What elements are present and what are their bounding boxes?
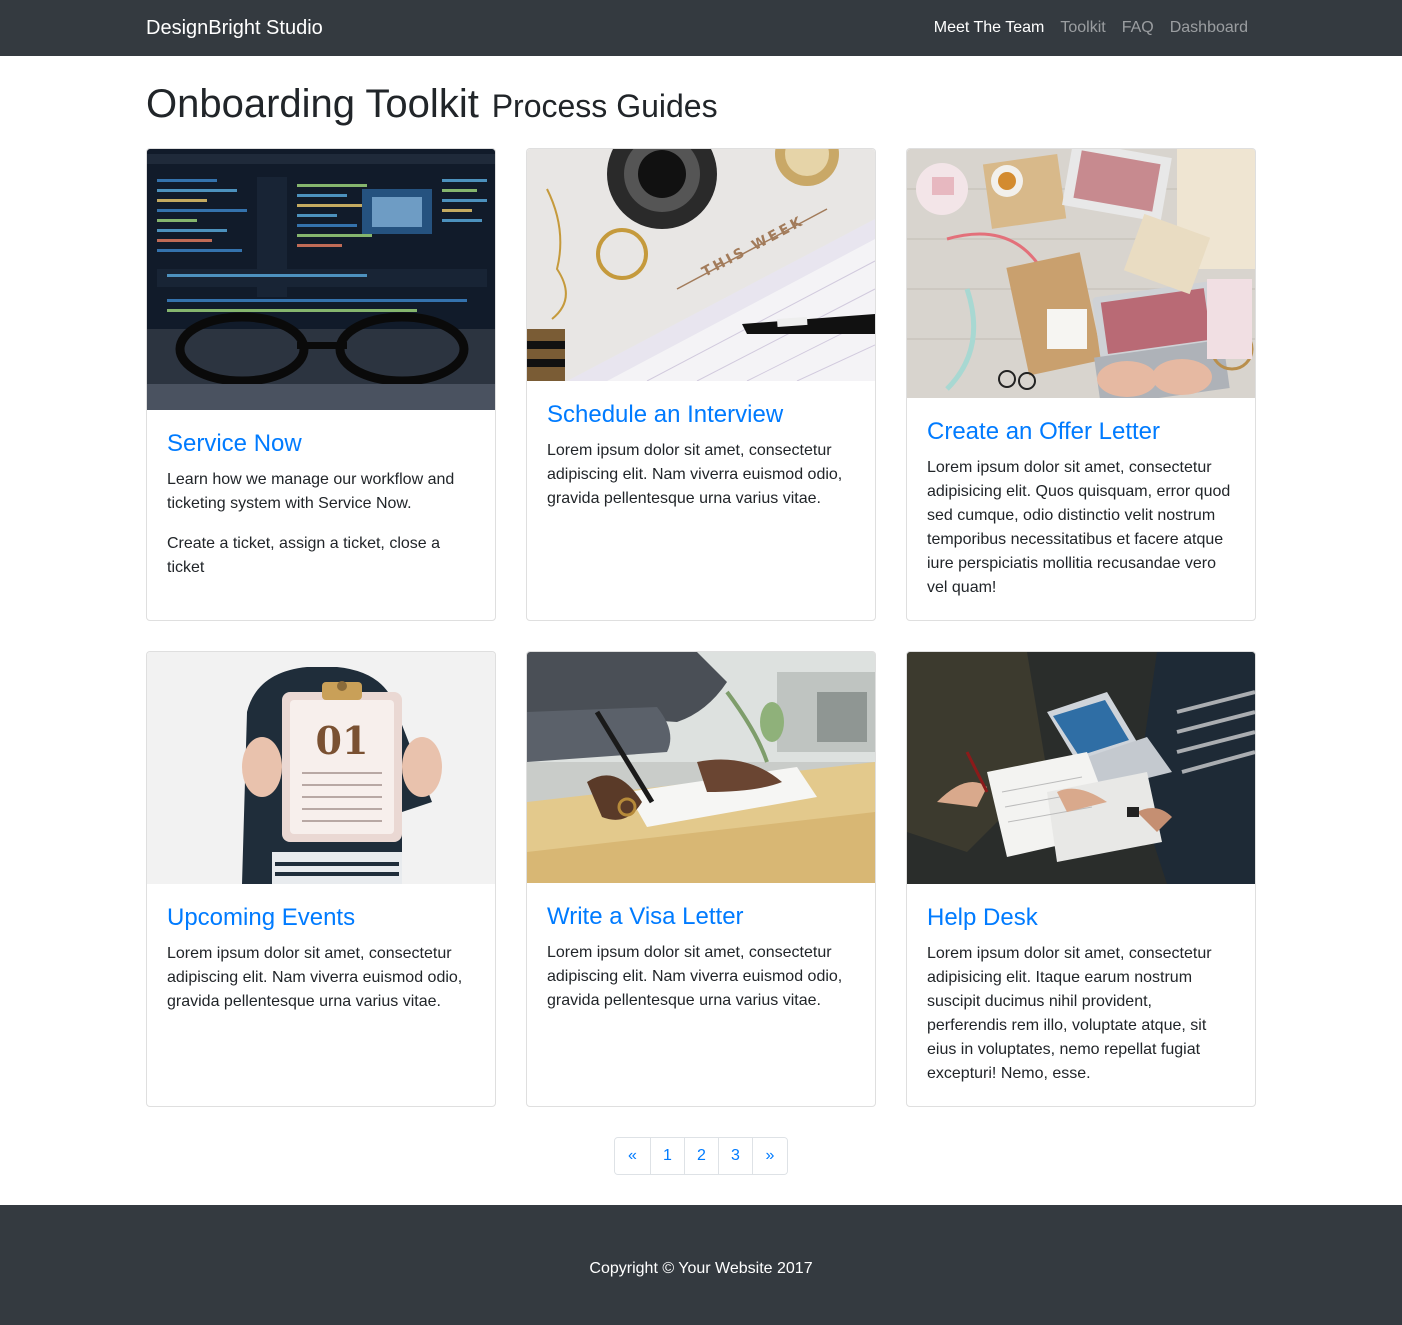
- card-help-desk: Help Desk Lorem ipsum dolor sit amet, co…: [906, 651, 1256, 1107]
- weekly-planner-photo: THIS WEEK: [527, 149, 875, 381]
- nav-link-dashboard[interactable]: Dashboard: [1170, 17, 1248, 39]
- card-image-code-monitor[interactable]: [147, 149, 495, 410]
- card-text: Lorem ipsum dolor sit amet, consectetur …: [547, 944, 843, 1009]
- footer: Copyright © Your Website 2017: [0, 1205, 1402, 1325]
- card-text: Lorem ipsum dolor sit amet, consectetur …: [927, 459, 1231, 596]
- pagination-page-1[interactable]: 1: [650, 1138, 684, 1174]
- pagination-prev-button[interactable]: «: [615, 1138, 650, 1174]
- nav-links: Meet The Team Toolkit FAQ Dashboard: [934, 17, 1248, 39]
- footer-copyright: Copyright © Your Website 2017: [589, 1260, 813, 1277]
- pagination: « 1 2 3 »: [614, 1137, 788, 1175]
- card-text: Create a ticket, assign a ticket, close …: [167, 535, 441, 576]
- card-image-signing[interactable]: [527, 652, 875, 883]
- card-title-link[interactable]: Service Now: [167, 430, 475, 458]
- code-monitor-photo: [147, 149, 495, 410]
- card-title-link[interactable]: Create an Offer Letter: [927, 418, 1235, 446]
- card-text: Lorem ipsum dolor sit amet, consectetur …: [547, 442, 843, 507]
- navbar: DesignBright Studio Meet The Team Toolki…: [0, 0, 1402, 56]
- card-title-link[interactable]: Help Desk: [927, 904, 1235, 932]
- pagination-page-2[interactable]: 2: [684, 1138, 718, 1174]
- card-title-link[interactable]: Schedule an Interview: [547, 401, 855, 429]
- card-write-visa-letter: Write a Visa Letter Lorem ipsum dolor si…: [526, 651, 876, 1107]
- pagination-page-3[interactable]: 3: [718, 1138, 752, 1174]
- card-service-now: Service Now Learn how we manage our work…: [146, 148, 496, 621]
- card-title-link[interactable]: Upcoming Events: [167, 904, 475, 932]
- card-title-link[interactable]: Write a Visa Letter: [547, 903, 855, 931]
- brand-link[interactable]: DesignBright Studio: [146, 15, 323, 41]
- card-body: Service Now Learn how we manage our work…: [147, 410, 495, 600]
- card-body: Upcoming Events Lorem ipsum dolor sit am…: [147, 884, 495, 1034]
- calendar-date-text: 01: [316, 718, 369, 763]
- card-image-desk-flatlay[interactable]: [907, 149, 1255, 398]
- pagination-next-button[interactable]: »: [752, 1138, 787, 1174]
- card-text: Lorem ipsum dolor sit amet, consectetur …: [167, 945, 463, 1010]
- calendar-photo: 01: [147, 652, 495, 884]
- nav-link-faq[interactable]: FAQ: [1122, 17, 1154, 39]
- page-title-subtitle: Process Guides: [491, 88, 718, 124]
- card-body: Write a Visa Letter Lorem ipsum dolor si…: [527, 883, 875, 1033]
- card-text: Learn how we manage our workflow and tic…: [167, 471, 455, 512]
- card-body: Help Desk Lorem ipsum dolor sit amet, co…: [907, 884, 1255, 1106]
- card-schedule-interview: THIS WEEK Schedule an Interview Lorem ip…: [526, 148, 876, 621]
- card-body: Schedule an Interview Lorem ipsum dolor …: [527, 381, 875, 531]
- card-image-team-meeting[interactable]: [907, 652, 1255, 884]
- card-text: Lorem ipsum dolor sit amet, consectetur …: [927, 945, 1212, 1082]
- page-title: Onboarding Toolkit Process Guides: [146, 80, 718, 130]
- page-title-main: Onboarding Toolkit: [146, 82, 479, 126]
- card-image-weekly-planner[interactable]: THIS WEEK: [527, 149, 875, 381]
- nav-link-toolkit[interactable]: Toolkit: [1060, 17, 1105, 39]
- card-upcoming-events: 01 Upcoming Events Lorem ipsum dolor sit…: [146, 651, 496, 1107]
- signing-document-photo: [527, 652, 875, 883]
- card-image-calendar[interactable]: 01: [147, 652, 495, 884]
- nav-link-meet-the-team[interactable]: Meet The Team: [934, 17, 1045, 39]
- team-meeting-photo: [907, 652, 1255, 884]
- card-body: Create an Offer Letter Lorem ipsum dolor…: [907, 398, 1255, 620]
- desk-flatlay-photo: [907, 149, 1255, 398]
- card-create-offer-letter: Create an Offer Letter Lorem ipsum dolor…: [906, 148, 1256, 621]
